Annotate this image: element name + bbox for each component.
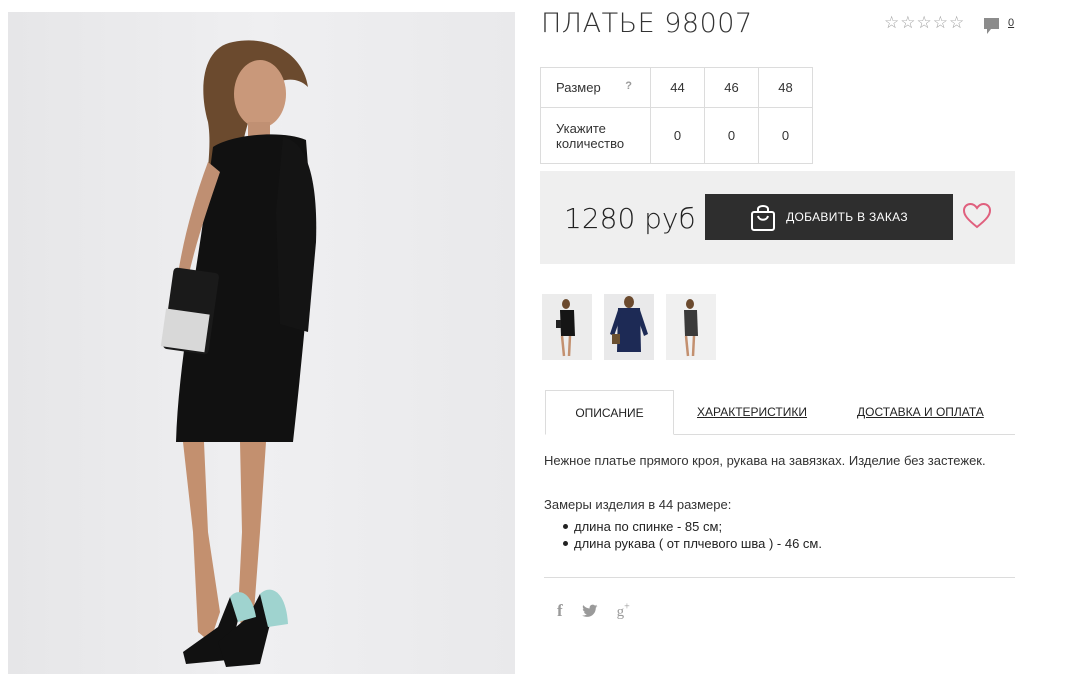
size-quantity-table: Размер ? 44 46 48 Укажите количество 0 0… (540, 67, 813, 164)
size-46: 46 (704, 67, 759, 108)
star-outline-icon[interactable]: ☆ (917, 14, 932, 32)
quantity-input-48[interactable]: 0 (758, 107, 813, 164)
thumbnail-3[interactable] (666, 294, 716, 360)
add-to-order-label: ДОБАВИТЬ В ЗАКАЗ (786, 210, 908, 224)
thumbnail-2[interactable] (604, 294, 654, 360)
size-help-icon[interactable]: ? (625, 80, 632, 92)
star-outline-icon[interactable]: ☆ (949, 14, 964, 32)
product-price: 1280 руб (564, 202, 696, 235)
quantity-input-46[interactable]: 0 (704, 107, 759, 164)
quantity-label-line1: Укажите (556, 120, 606, 136)
google-plus-icon[interactable]: g+ (617, 601, 630, 621)
divider (544, 577, 1015, 578)
list-item: длина рукава ( от плчевого шва ) - 46 см… (563, 536, 822, 551)
size-label: Размер (556, 80, 601, 95)
star-outline-icon[interactable]: ☆ (884, 14, 899, 32)
comments-count-link[interactable]: 0 (1008, 17, 1014, 29)
shopping-bag-icon (751, 205, 776, 231)
google-plus-plus: + (624, 601, 630, 613)
heart-icon[interactable] (963, 203, 991, 229)
price-box: 1280 руб ДОБАВИТЬ В ЗАКАЗ (540, 171, 1015, 264)
product-tabs: ОПИСАНИЕ ХАРАКТЕРИСТИКИ ДОСТАВКА И ОПЛАТ… (545, 390, 1015, 435)
size-row: Размер ? 44 46 48 (540, 67, 813, 108)
thumbnail-1[interactable] (542, 294, 592, 360)
size-48: 48 (758, 67, 813, 108)
add-to-order-button[interactable]: ДОБАВИТЬ В ЗАКАЗ (705, 194, 953, 240)
quantity-label-line2: количество (556, 135, 625, 151)
product-main-photo[interactable] (8, 12, 515, 674)
quantity-row: Укажите количество 0 0 0 (540, 107, 813, 164)
quantity-label-cell: Укажите количество (540, 107, 651, 164)
comment-icon[interactable] (983, 17, 1000, 35)
star-outline-icon[interactable]: ☆ (933, 14, 948, 32)
list-item: длина по спинке - 85 см; (563, 518, 822, 535)
measures-list: длина по спинке - 85 см; длина рукава ( … (563, 518, 822, 552)
tab-characteristics[interactable]: ХАРАКТЕРИСТИКИ (697, 390, 807, 435)
twitter-icon[interactable] (581, 604, 598, 618)
quantity-input-44[interactable]: 0 (650, 107, 705, 164)
star-outline-icon[interactable]: ☆ (900, 14, 915, 32)
facebook-icon[interactable]: f (557, 601, 563, 621)
size-44: 44 (650, 67, 705, 108)
product-title: ПЛАТЬЕ 98007 (541, 8, 753, 39)
measures-title: Замеры изделия в 44 размере: (544, 497, 732, 512)
tab-delivery-payment[interactable]: ДОСТАВКА И ОПЛАТА (857, 390, 984, 435)
thumbnail-gallery (542, 294, 716, 360)
description-text: Нежное платье прямого кроя, рукава на за… (544, 453, 986, 468)
size-label-cell: Размер ? (540, 67, 651, 108)
social-share: f g+ (557, 601, 630, 621)
rating-stars[interactable]: ☆ ☆ ☆ ☆ ☆ (884, 14, 964, 32)
tab-description[interactable]: ОПИСАНИЕ (545, 390, 674, 435)
